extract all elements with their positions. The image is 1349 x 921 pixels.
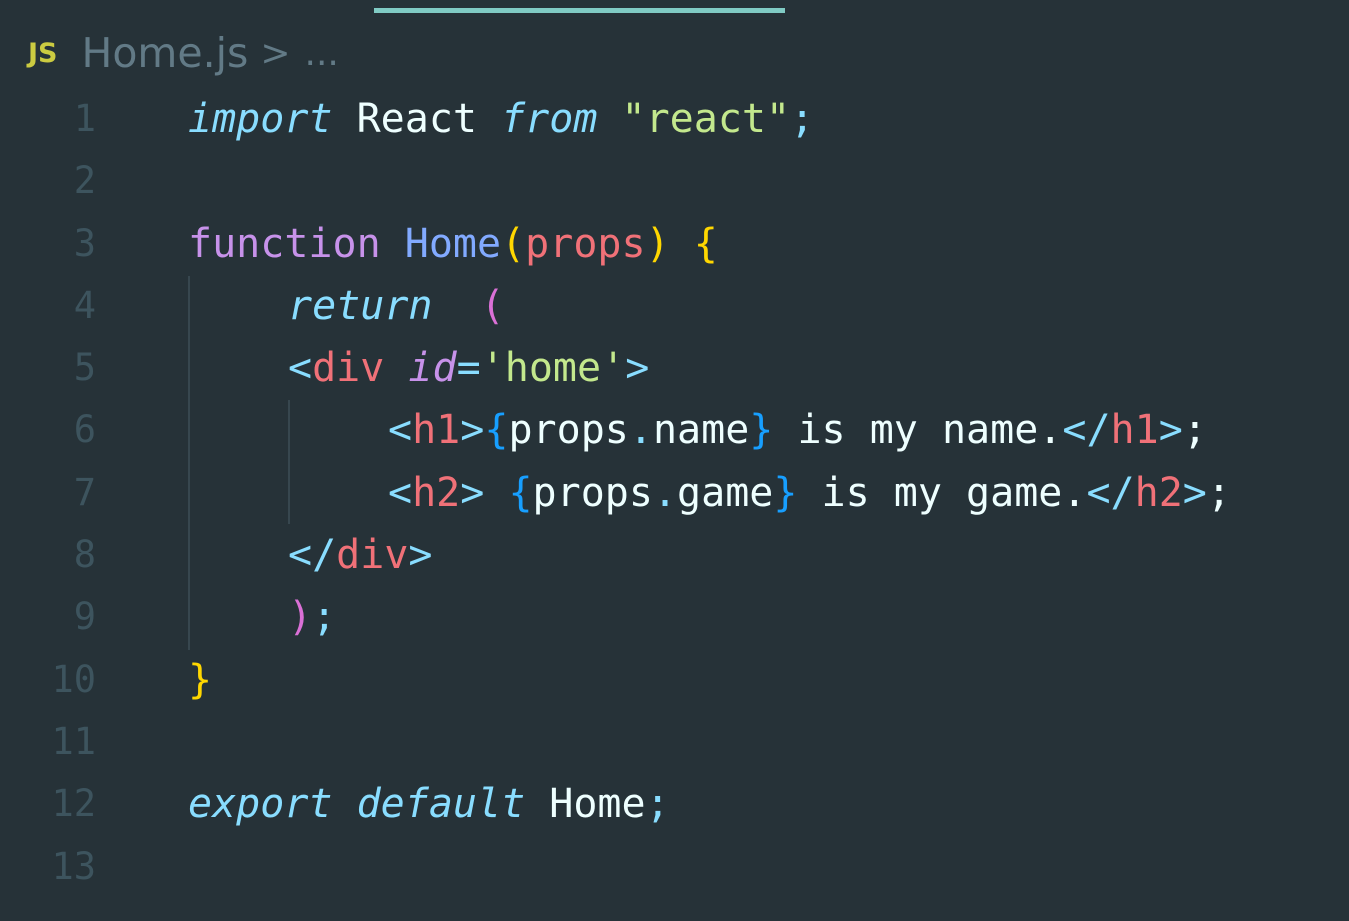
tag-bracket: < [288, 345, 313, 392]
punctuation: ; [1206, 469, 1231, 516]
line-number-gutter: 1 2 3 4 5 6 7 8 9 10 11 12 13 [0, 88, 100, 898]
code-line-7: <h2> {props.game} is my game.</h2>; [188, 462, 1231, 524]
code-line-1: import React from "react"; [188, 88, 1231, 150]
line-number: 13 [51, 844, 96, 888]
jsx-text: is my game. [797, 469, 1087, 516]
tag-name: h2 [412, 469, 461, 516]
bracket: { [484, 407, 509, 454]
breadcrumb: JS Home.js > ... [28, 26, 339, 80]
punctuation: ; [1182, 407, 1207, 454]
tag-bracket: > [1158, 407, 1183, 454]
code-editor[interactable]: JS Home.js > ... 1 2 3 4 5 6 7 8 9 10 11… [0, 0, 1349, 921]
bracket: ( [501, 220, 526, 267]
tag-name: div [336, 532, 409, 579]
tag-bracket: > [408, 532, 433, 579]
line-number: 6 [73, 408, 96, 452]
code-line-9: ); [188, 586, 1231, 648]
tag-bracket: > [1182, 469, 1207, 516]
bracket: { [669, 220, 718, 267]
keyword: default [332, 781, 526, 828]
identifier: props [508, 407, 629, 454]
tag-bracket: </ [1062, 407, 1111, 454]
function-name: Home [380, 220, 502, 267]
bracket: { [484, 469, 533, 516]
keyword: import [188, 96, 333, 142]
breadcrumb-symbol-ellipsis[interactable]: ... [305, 33, 339, 74]
bracket: ( [432, 282, 505, 329]
code-line-3: function Home(props) { [188, 213, 1231, 275]
tag-bracket: > [460, 407, 485, 454]
code-line-4: return ( [188, 275, 1231, 337]
tag-name: h2 [1134, 469, 1183, 516]
tag-bracket: </ [1086, 469, 1135, 516]
line-number: 8 [73, 533, 96, 577]
line-number: 10 [51, 657, 96, 701]
line-number: 1 [73, 97, 96, 140]
punctuation: . [652, 469, 678, 516]
punctuation: ; [790, 96, 815, 142]
attribute-name: id [384, 345, 457, 392]
line-number: 11 [51, 719, 96, 763]
string-literal: 'home' [480, 345, 626, 392]
code-text-area[interactable]: import React from "react"; function Home… [188, 88, 1231, 898]
tag-bracket: </ [288, 532, 337, 579]
jsx-text: is my name. [773, 407, 1063, 454]
tag-name: div [312, 345, 385, 392]
code-line-10: } [188, 649, 1231, 711]
line-number: 9 [73, 595, 96, 639]
line-number: 7 [73, 470, 96, 514]
line-number: 3 [73, 221, 96, 265]
tag-bracket: < [388, 407, 413, 454]
keyword: return [288, 282, 433, 329]
code-line-8: </div> [188, 524, 1231, 586]
code-line-5: <div id='home'> [188, 337, 1231, 399]
punctuation: . [628, 407, 653, 454]
parameter: props [525, 220, 646, 267]
bracket: } [188, 656, 213, 703]
active-tab-indicator [374, 8, 785, 13]
code-line-6: <h1>{props.name} is my name.</h1>; [188, 399, 1231, 461]
chevron-right-icon: > [260, 32, 291, 74]
bracket: ) [645, 220, 670, 267]
tag-bracket: < [388, 469, 413, 516]
keyword: function [188, 220, 381, 267]
javascript-file-icon: JS [28, 37, 58, 69]
bracket: ) [288, 594, 313, 641]
bracket: } [749, 407, 774, 454]
line-number: 5 [73, 346, 96, 390]
property: game [677, 469, 774, 516]
identifier: Home [525, 781, 646, 828]
bracket: } [773, 469, 798, 516]
string-literal: "react" [597, 96, 791, 142]
tag-bracket: > [625, 345, 650, 392]
breadcrumb-file-name[interactable]: Home.js [82, 29, 249, 77]
line-number: 4 [73, 283, 96, 327]
punctuation: ; [645, 781, 670, 828]
tag-name: h1 [412, 407, 461, 454]
identifier: props [532, 469, 653, 516]
identifier: React [332, 96, 502, 142]
line-number: 12 [51, 782, 96, 826]
line-number: 2 [73, 159, 96, 203]
property: name [652, 407, 750, 454]
tag-name: h1 [1110, 407, 1159, 454]
tag-bracket: > [460, 469, 485, 516]
keyword: export [188, 781, 333, 828]
punctuation: ; [312, 594, 337, 641]
punctuation: = [456, 345, 481, 392]
code-line-12: export default Home; [188, 773, 1231, 835]
keyword: from [501, 96, 598, 142]
